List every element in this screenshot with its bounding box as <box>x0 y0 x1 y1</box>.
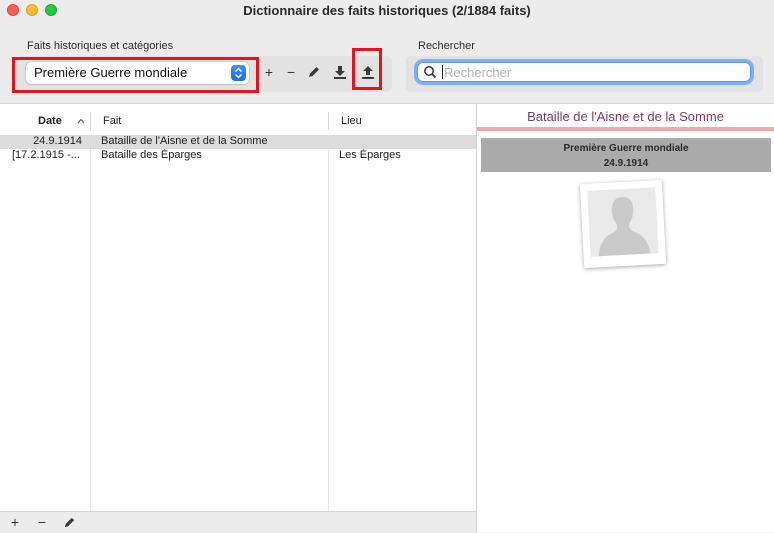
cell-date: [17.2.1915 -... <box>12 149 80 161</box>
column-header-lieu[interactable]: Lieu <box>341 115 362 127</box>
column-header-date[interactable]: Date <box>38 115 62 127</box>
text-caret <box>442 65 443 79</box>
detail-header-box: Première Guerre mondiale 24.9.1914 <box>481 138 771 172</box>
facts-table: Date Fait Lieu 24.9.1914 Bataille de l'A… <box>0 104 476 511</box>
detail-title: Bataille de l'Aisne et de la Somme <box>527 109 724 124</box>
detail-panel: Bataille de l'Aisne et de la Somme Premi… <box>477 104 774 532</box>
cell-fait: Bataille des Éparges <box>101 149 202 161</box>
person-placeholder-icon <box>587 187 659 257</box>
search-input[interactable]: Rechercher <box>417 62 751 82</box>
add-fact-button[interactable]: + <box>7 514 23 530</box>
edit-fact-button[interactable] <box>61 516 77 532</box>
edit-category-button[interactable] <box>305 62 323 82</box>
remove-fact-button[interactable]: − <box>34 514 50 530</box>
add-category-button[interactable]: + <box>260 62 278 82</box>
search-placeholder: Rechercher <box>444 65 512 80</box>
search-icon <box>424 66 437 79</box>
title-bar: Dictionnaire des faits historiques (2/18… <box>0 0 774 22</box>
detail-date: 24.9.1914 <box>603 158 649 169</box>
remove-category-button[interactable]: − <box>282 62 300 82</box>
detail-accent-bar <box>477 127 774 131</box>
export-highlight-box <box>352 48 382 90</box>
table-row[interactable]: [17.2.1915 -... Bataille des Éparges Les… <box>0 149 476 163</box>
search-group-label: Rechercher <box>418 40 475 52</box>
cell-date: 24.9.1914 <box>33 135 82 147</box>
pencil-icon <box>309 67 319 77</box>
sort-ascending-icon <box>77 118 85 124</box>
import-icon <box>334 66 346 79</box>
table-bottom-bar: + − <box>0 511 476 533</box>
window-title: Dictionnaire des faits historiques (2/18… <box>243 3 531 18</box>
category-highlight-box <box>12 57 259 93</box>
cell-fait: Bataille de l'Aisne et de la Somme <box>101 135 268 147</box>
column-header-fait[interactable]: Fait <box>103 115 121 127</box>
column-line <box>90 137 91 511</box>
photo-frame[interactable] <box>579 179 667 269</box>
cell-lieu: Les Éparges <box>339 149 401 161</box>
table-row[interactable]: 24.9.1914 Bataille de l'Aisne et de la S… <box>0 135 476 149</box>
column-line <box>328 137 329 511</box>
category-group-label: Faits historiques et catégories <box>27 40 174 52</box>
import-button[interactable] <box>331 62 349 82</box>
table-header: Date Fait Lieu <box>0 104 476 137</box>
detail-category: Première Guerre mondiale <box>563 143 689 154</box>
column-separator[interactable] <box>328 112 329 130</box>
pencil-icon <box>64 517 74 528</box>
column-separator[interactable] <box>90 112 91 130</box>
